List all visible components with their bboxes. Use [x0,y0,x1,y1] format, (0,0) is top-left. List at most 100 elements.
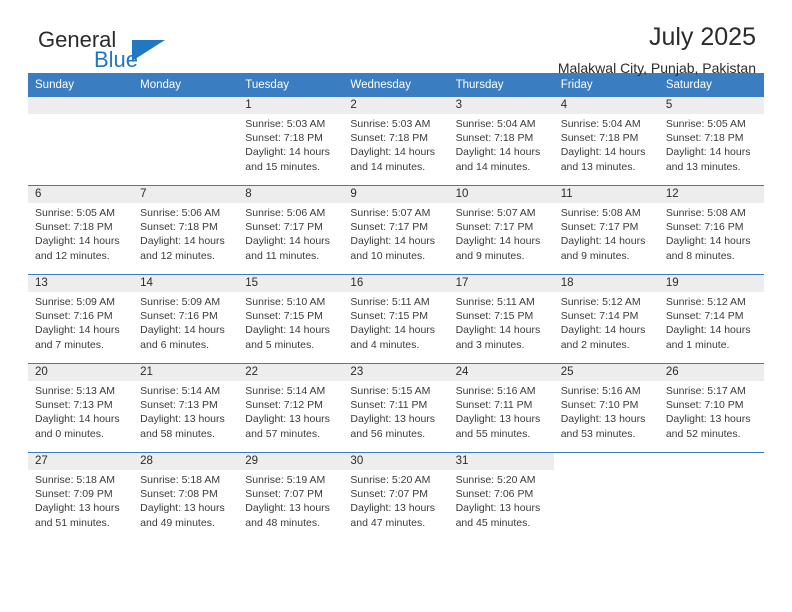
sunset-text: Sunset: 7:07 PM [350,488,429,501]
calendar-day-cell[interactable]: 9 Sunrise: 5:07 AM Sunset: 7:17 PM Daylight… [343,185,449,275]
day-number: 16 [343,275,449,292]
daylight-text: Daylight: 14 hours and 15 minutes. [245,146,330,173]
daylight-text: Daylight: 13 hours and 49 minutes. [140,502,225,529]
sunset-text: Sunset: 7:11 PM [350,399,428,412]
calendar-day-cell[interactable]: 20 Sunrise: 5:13 AM Sunset: 7:13 PM Dayligh… [28,363,134,453]
sunset-text: Sunset: 7:18 PM [665,132,744,145]
calendar-day-cell[interactable]: 4 Sunrise: 5:04 AM Sunset: 7:18 PM Daylight… [553,97,659,186]
calendar-day-cell[interactable]: 27 Sunrise: 5:18 AM Sunset: 7:09 PM Dayligh… [28,452,134,541]
day-details: Sunrise: 5:20 AM Sunset: 7:06 PM Daylight:… [449,470,554,530]
calendar-day-cell [133,97,239,186]
sunrise-text: Sunrise: 5:07 AM [350,207,431,219]
calendar-day-cell[interactable]: 1 Sunrise: 5:03 AM Sunset: 7:18 PM Daylight… [238,97,344,186]
calendar-day-cell[interactable]: 23 Sunrise: 5:15 AM Sunset: 7:11 PM Dayligh… [343,363,449,453]
daylight-text: Daylight: 13 hours and 45 minutes. [455,502,541,529]
calendar-day-cell[interactable]: 15 Sunrise: 5:10 AM Sunset: 7:15 PM Dayligh… [238,274,344,364]
day-number: 26 [658,364,764,381]
sunset-text: Sunset: 7:06 PM [455,488,534,501]
calendar-day-cell[interactable]: 24 Sunrise: 5:16 AM Sunset: 7:11 PM Dayligh… [448,363,554,453]
general-blue-logo[interactable]: General Blue [38,28,258,78]
day-number: 19 [658,275,764,292]
day-details: Sunrise: 5:04 AM Sunset: 7:18 PM Daylight:… [449,114,554,174]
sunrise-text: Sunrise: 5:11 AM [350,296,430,308]
calendar-week-row: 27 Sunrise: 5:18 AM Sunset: 7:09 PM Dayligh… [28,452,764,541]
day-number: 14 [133,275,239,292]
day-details: Sunrise: 5:05 AM Sunset: 7:18 PM Daylight:… [28,203,133,263]
sunrise-text: Sunrise: 5:07 AM [455,207,536,219]
day-number: 4 [553,97,659,114]
page-subtitle: Malakwal City, Punjab, Pakistan [557,60,756,76]
daylight-text: Daylight: 13 hours and 48 minutes. [245,502,330,529]
sunrise-text: Sunrise: 5:14 AM [245,385,326,397]
day-details [659,470,764,473]
calendar-day-cell[interactable]: 22 Sunrise: 5:14 AM Sunset: 7:12 PM Dayligh… [238,363,344,453]
day-details: Sunrise: 5:12 AM Sunset: 7:14 PM Daylight:… [659,292,764,352]
day-number: 31 [448,453,554,470]
daylight-text: Daylight: 14 hours and 7 minutes. [35,324,120,351]
daylight-text: Daylight: 14 hours and 8 minutes. [665,235,751,262]
sunrise-text: Sunrise: 5:18 AM [35,474,115,486]
calendar-day-cell[interactable]: 7 Sunrise: 5:06 AM Sunset: 7:18 PM Daylight… [133,185,239,275]
calendar-day-cell[interactable]: 11 Sunrise: 5:08 AM Sunset: 7:17 PM Dayligh… [553,185,659,275]
calendar-day-cell[interactable]: 17 Sunrise: 5:11 AM Sunset: 7:15 PM Dayligh… [448,274,554,364]
daylight-text: Daylight: 13 hours and 51 minutes. [35,502,120,529]
calendar-day-cell[interactable]: 18 Sunrise: 5:12 AM Sunset: 7:14 PM Dayligh… [553,274,659,364]
calendar-day-cell[interactable]: 25 Sunrise: 5:16 AM Sunset: 7:10 PM Dayligh… [553,363,659,453]
calendar-week-row: 13 Sunrise: 5:09 AM Sunset: 7:16 PM Dayligh… [28,274,764,364]
day-details: Sunrise: 5:08 AM Sunset: 7:16 PM Daylight:… [659,203,764,263]
daylight-text: Daylight: 14 hours and 14 minutes. [455,146,541,173]
day-details: Sunrise: 5:07 AM Sunset: 7:17 PM Daylight:… [449,203,554,263]
calendar-week-row: 20 Sunrise: 5:13 AM Sunset: 7:13 PM Dayligh… [28,363,764,453]
daylight-text: Daylight: 14 hours and 13 minutes. [560,146,646,173]
calendar-page: General Blue July 2025 Malakwal City, Pu… [0,0,792,612]
day-number: 9 [343,186,449,203]
calendar-day-cell[interactable]: 19 Sunrise: 5:12 AM Sunset: 7:14 PM Dayligh… [658,274,764,364]
logo-triangle-icon [132,40,165,61]
sunset-text: Sunset: 7:08 PM [140,488,218,501]
calendar-day-cell[interactable]: 29 Sunrise: 5:19 AM Sunset: 7:07 PM Dayligh… [238,452,344,541]
calendar-day-cell[interactable]: 28 Sunrise: 5:18 AM Sunset: 7:08 PM Dayligh… [133,452,239,541]
day-details: Sunrise: 5:08 AM Sunset: 7:17 PM Daylight:… [554,203,659,263]
sunrise-sunset-calendar: Sunday Monday Tuesday Wednesday Thursday… [28,73,764,541]
calendar-day-cell[interactable]: 30 Sunrise: 5:20 AM Sunset: 7:07 PM Dayligh… [343,452,449,541]
sunset-text: Sunset: 7:11 PM [455,399,533,412]
daylight-text: Daylight: 14 hours and 13 minutes. [665,146,751,173]
calendar-day-cell[interactable]: 12 Sunrise: 5:08 AM Sunset: 7:16 PM Dayligh… [658,185,764,275]
calendar-day-cell[interactable]: 5 Sunrise: 5:05 AM Sunset: 7:18 PM Daylight… [658,97,764,186]
page-header: General Blue July 2025 Malakwal City, Pu… [28,0,764,76]
sunrise-text: Sunrise: 5:03 AM [350,118,431,130]
weekday-header-wednesday: Wednesday [343,73,449,97]
sunrise-text: Sunrise: 5:04 AM [455,118,536,130]
sunset-text: Sunset: 7:18 PM [245,132,323,145]
calendar-day-cell[interactable]: 31 Sunrise: 5:20 AM Sunset: 7:06 PM Dayligh… [448,452,554,541]
calendar-day-cell[interactable]: 3 Sunrise: 5:04 AM Sunset: 7:18 PM Daylight… [448,97,554,186]
day-number: 29 [238,453,344,470]
calendar-day-cell[interactable]: 26 Sunrise: 5:17 AM Sunset: 7:10 PM Dayligh… [658,363,764,453]
page-title: July 2025 [648,23,756,51]
calendar-day-cell[interactable]: 21 Sunrise: 5:14 AM Sunset: 7:13 PM Dayligh… [133,363,239,453]
sunset-text: Sunset: 7:16 PM [35,310,113,323]
calendar-day-cell[interactable]: 8 Sunrise: 5:06 AM Sunset: 7:17 PM Daylight… [238,185,344,275]
calendar-day-cell[interactable]: 16 Sunrise: 5:11 AM Sunset: 7:15 PM Dayligh… [343,274,449,364]
sunset-text: Sunset: 7:15 PM [455,310,534,323]
calendar-day-cell[interactable]: 6 Sunrise: 5:05 AM Sunset: 7:18 PM Daylight… [28,185,134,275]
day-details: Sunrise: 5:09 AM Sunset: 7:16 PM Daylight:… [28,292,133,352]
day-details: Sunrise: 5:18 AM Sunset: 7:09 PM Daylight:… [28,470,133,530]
sunset-text: Sunset: 7:18 PM [560,132,639,145]
day-details: Sunrise: 5:19 AM Sunset: 7:07 PM Daylight:… [238,470,343,530]
calendar-day-cell[interactable]: 14 Sunrise: 5:09 AM Sunset: 7:16 PM Dayligh… [133,274,239,364]
daylight-text: Daylight: 14 hours and 10 minutes. [350,235,436,262]
calendar-day-cell[interactable]: 10 Sunrise: 5:07 AM Sunset: 7:17 PM Dayligh… [448,185,554,275]
daylight-text: Daylight: 14 hours and 3 minutes. [455,324,541,351]
calendar-day-cell[interactable]: 2 Sunrise: 5:03 AM Sunset: 7:18 PM Daylight… [343,97,449,186]
daylight-text: Daylight: 13 hours and 53 minutes. [560,413,646,440]
sunrise-text: Sunrise: 5:19 AM [245,474,326,486]
calendar-day-cell[interactable]: 13 Sunrise: 5:09 AM Sunset: 7:16 PM Dayligh… [28,274,134,364]
sunset-text: Sunset: 7:14 PM [560,310,639,323]
day-details: Sunrise: 5:07 AM Sunset: 7:17 PM Daylight:… [343,203,448,263]
sunset-text: Sunset: 7:16 PM [140,310,218,323]
day-details: Sunrise: 5:16 AM Sunset: 7:10 PM Daylight:… [554,381,659,441]
sunset-text: Sunset: 7:16 PM [665,221,744,234]
sunrise-text: Sunrise: 5:13 AM [35,385,115,397]
daylight-text: Daylight: 13 hours and 55 minutes. [455,413,541,440]
